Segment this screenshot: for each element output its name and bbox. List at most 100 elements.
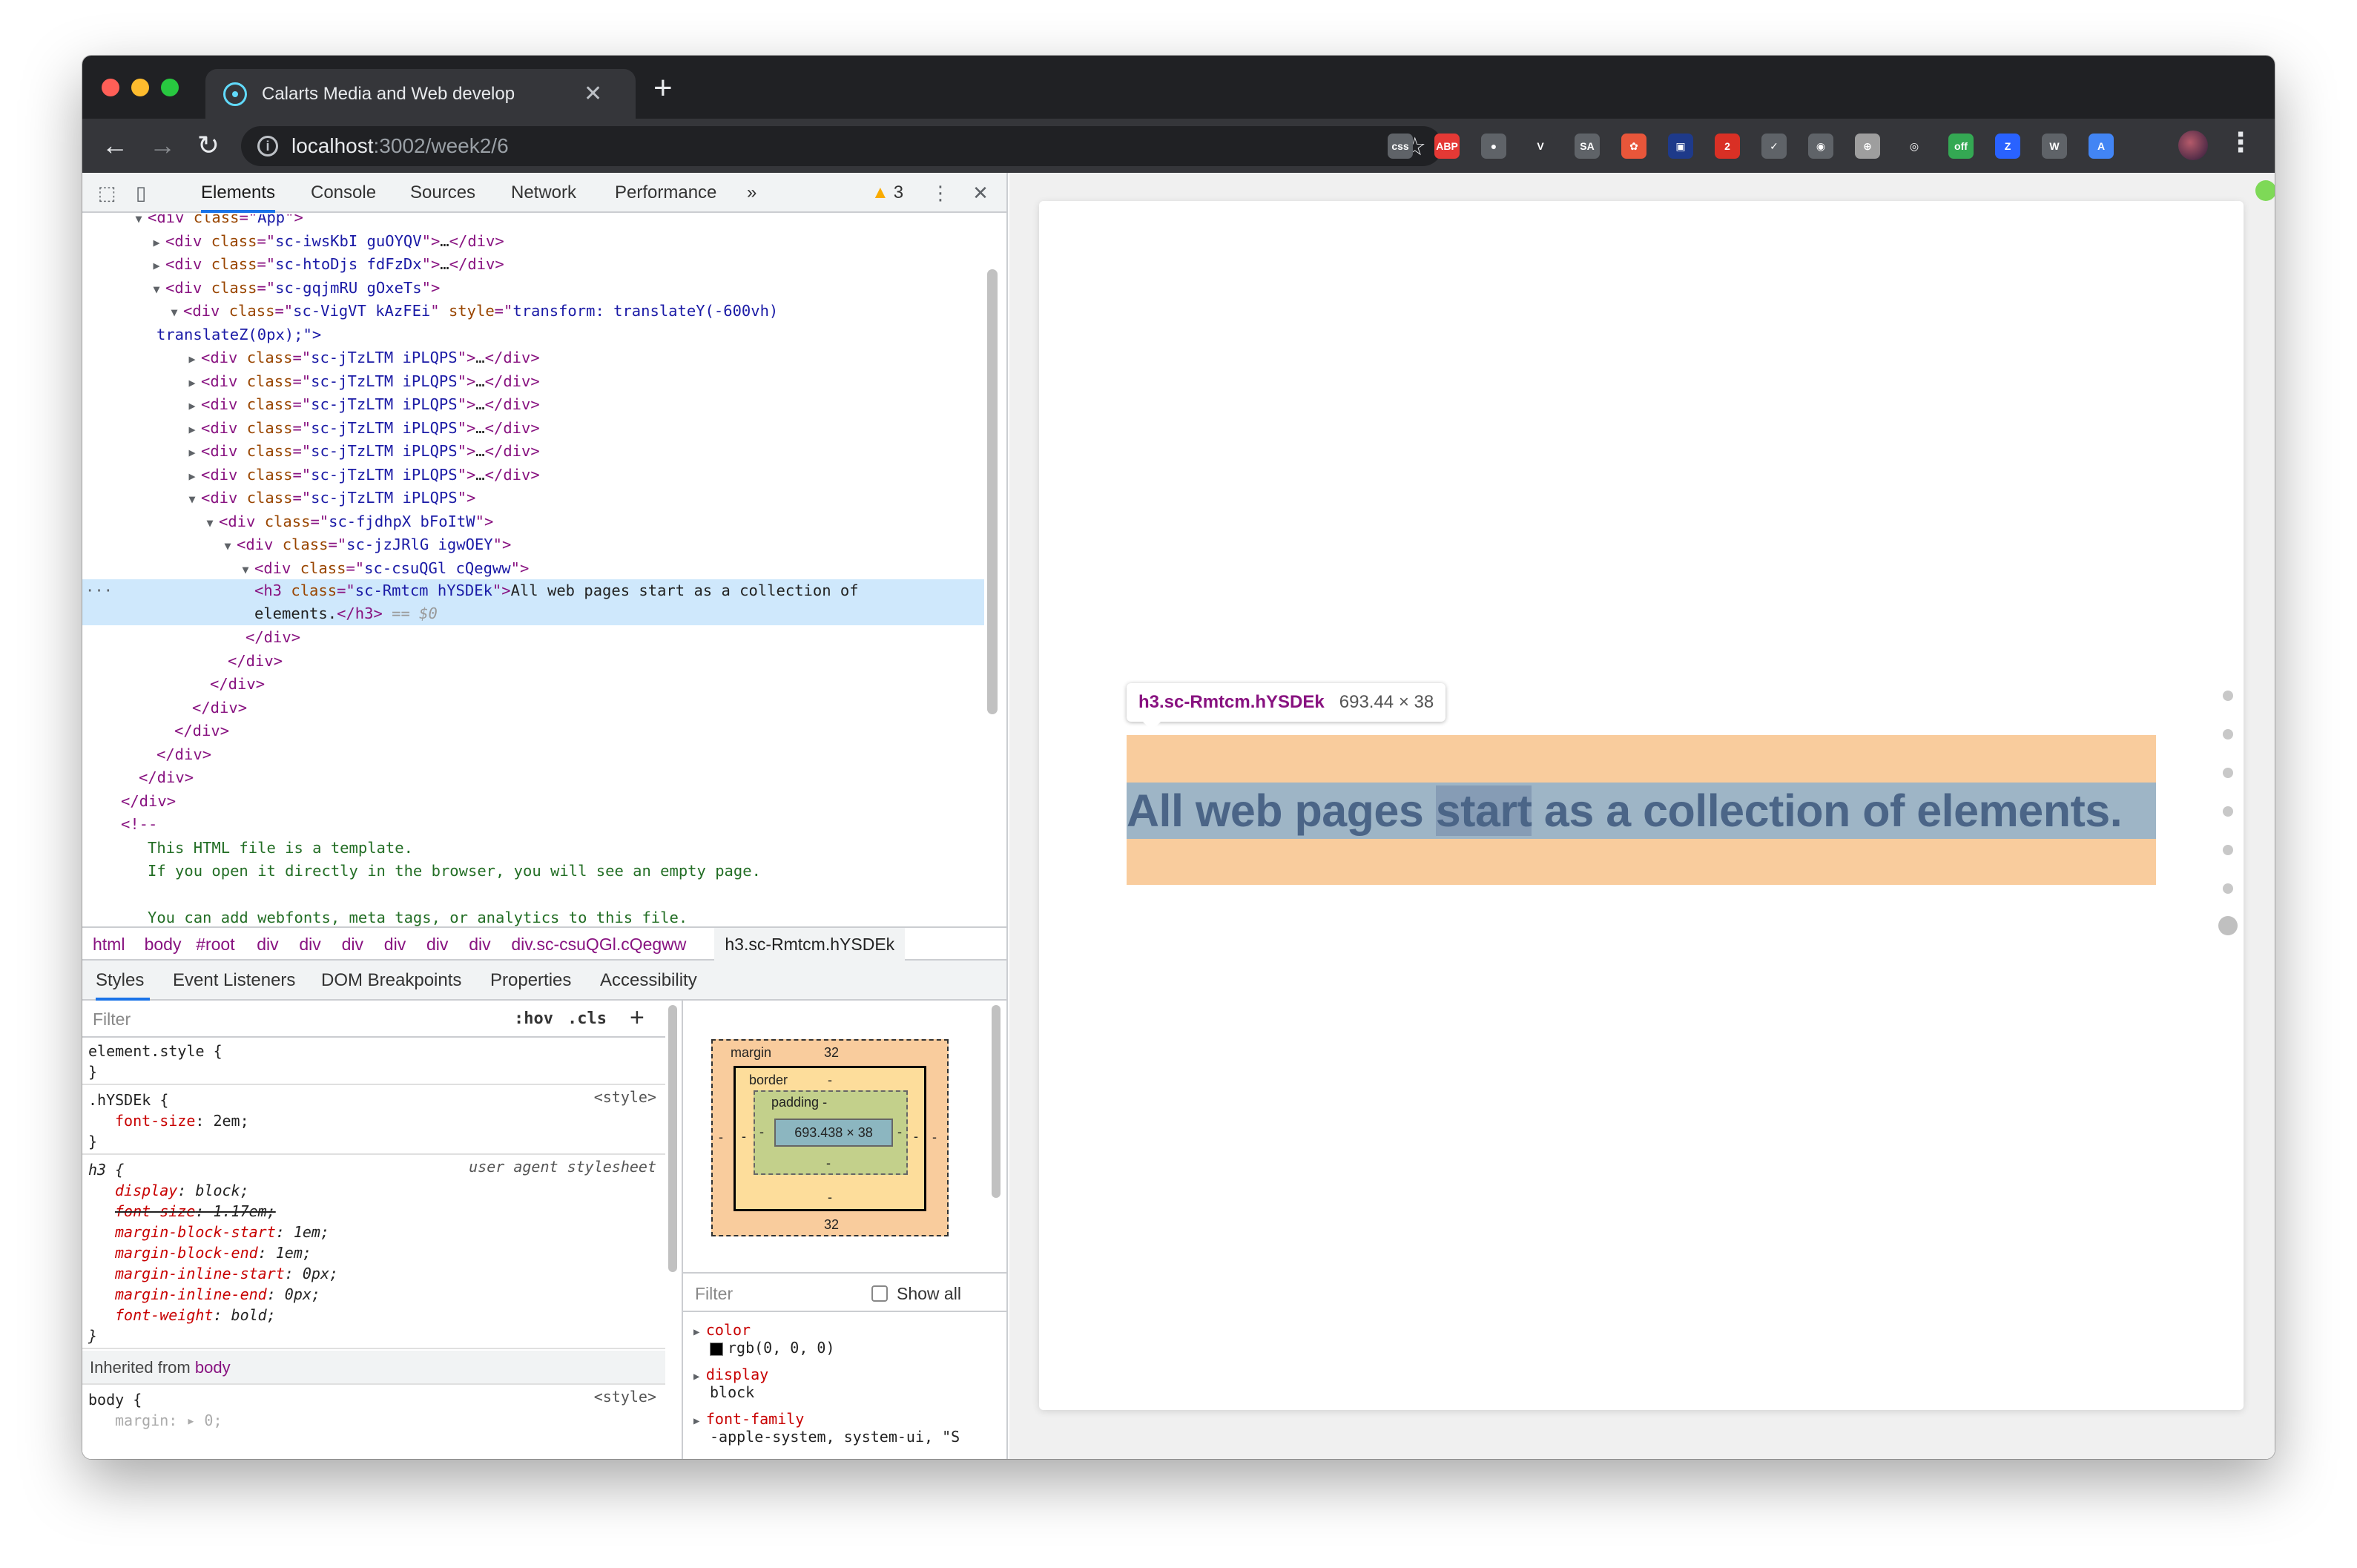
extension-icon[interactable]: css xyxy=(1388,134,1413,159)
extension-icon[interactable]: ✓ xyxy=(1761,134,1787,159)
dom-node[interactable]: </div> xyxy=(82,765,984,789)
slide-dot[interactable] xyxy=(2223,806,2233,817)
expand-toggle-icon[interactable]: ▼ xyxy=(219,534,237,558)
border-top-value[interactable]: - xyxy=(828,1073,832,1088)
slide-dot-active[interactable] xyxy=(2218,916,2238,935)
dom-node[interactable]: translateZ(0px);"> xyxy=(82,323,984,346)
dom-node[interactable]: ▼ <div class="sc-VigVT kAzFEi" style="tra… xyxy=(82,299,984,323)
dom-node[interactable]: ▶ <div class="sc-jTzLTM iPLQPS">…</div> xyxy=(82,463,984,487)
dom-node[interactable]: ▶ <div class="sc-jTzLTM iPLQPS">…</div> xyxy=(82,416,984,440)
ua-h3-rule[interactable]: user agent stylesheet h3 { display: bloc… xyxy=(82,1156,665,1349)
dom-node[interactable]: ▶ <div class="sc-jTzLTM iPLQPS">…</div> xyxy=(82,392,984,416)
profile-avatar[interactable] xyxy=(2178,131,2208,160)
dom-node[interactable]: ▼ <div class="sc-jzJRlG igwOEY"> xyxy=(82,533,984,556)
breadcrumb-item[interactable]: div xyxy=(257,928,278,961)
expand-toggle-icon[interactable]: ▶ xyxy=(148,254,165,277)
elements-tree[interactable]: ▼ <div class="App"> ▶ <div class="sc-iwsKbI… xyxy=(82,214,984,926)
breadcrumb-item[interactable]: div xyxy=(299,928,320,961)
back-button[interactable]: ← xyxy=(97,128,133,163)
styles-scrollbar[interactable] xyxy=(668,1005,677,1272)
body-rule[interactable]: <style> body { margin: ▸ 0; xyxy=(82,1386,665,1459)
dom-node[interactable]: </div> xyxy=(82,696,984,719)
extension-icon[interactable]: off xyxy=(1948,134,1974,159)
dom-node[interactable]: ▼ <div class="sc-csuQGl cQegww"> xyxy=(82,556,984,580)
tab-console[interactable]: Console xyxy=(311,173,376,213)
extension-icon[interactable]: ⊕ xyxy=(1855,134,1880,159)
styles-filter-input[interactable]: Filter xyxy=(93,1009,131,1030)
expand-toggle-icon[interactable]: ▼ xyxy=(201,511,219,535)
extension-icon[interactable]: SA xyxy=(1575,134,1600,159)
new-tab-button[interactable]: + xyxy=(653,72,673,105)
tab-accessibility[interactable]: Accessibility xyxy=(600,961,697,1001)
address-bar[interactable]: i localhost :3002/week2/6 ☆ xyxy=(241,126,1443,166)
tab-close-icon[interactable]: ✕ xyxy=(584,82,602,105)
dom-node[interactable]: ▼ <div class="sc-jTzLTM iPLQPS"> xyxy=(82,486,984,510)
tab-properties[interactable]: Properties xyxy=(490,961,571,1001)
extension-icon[interactable]: ◎ xyxy=(1902,134,1927,159)
extension-icon[interactable]: W xyxy=(2042,134,2067,159)
extension-icon[interactable]: ● xyxy=(1481,134,1506,159)
new-rule-button[interactable]: + xyxy=(630,1004,645,1032)
dom-node[interactable]: If you open it directly in the browser, … xyxy=(82,859,984,883)
style-declaration[interactable]: font-size: 1.17em; xyxy=(82,1201,665,1222)
expand-toggle-icon[interactable]: ▶ xyxy=(148,231,165,254)
dom-node[interactable]: ▼ <div class="sc-gqjmRU gOxeTs"> xyxy=(82,276,984,300)
breadcrumb-item[interactable]: div.sc-csuQGl.cQegww xyxy=(511,928,686,961)
extension-icon[interactable]: ✿ xyxy=(1621,134,1646,159)
dom-node[interactable]: ▶ <div class="sc-jTzLTM iPLQPS">…</div> xyxy=(82,369,984,393)
computed-filter-input[interactable]: Filter xyxy=(695,1284,733,1304)
tab-performance[interactable]: Performance xyxy=(615,173,716,213)
box-model-border[interactable]: border - - - - padding - - - - 693.438 ×… xyxy=(734,1066,926,1211)
style-declaration[interactable]: font-size: 2em; xyxy=(82,1110,665,1131)
dom-node[interactable]: <!-- xyxy=(82,812,984,836)
breadcrumb-item[interactable]: div xyxy=(426,928,448,961)
expand-toggle-icon[interactable]: ▼ xyxy=(237,558,254,582)
slide-dot[interactable] xyxy=(2223,729,2233,739)
extension-icon[interactable]: ▣ xyxy=(1668,134,1693,159)
dom-node[interactable]: </div> xyxy=(82,742,984,766)
computed-property[interactable]: ▶ color rgb(0, 0, 0) xyxy=(693,1321,835,1357)
expand-toggle-icon[interactable]: ▶ xyxy=(183,441,201,464)
slide-dot[interactable] xyxy=(2223,845,2233,855)
margin-bottom-value[interactable]: 32 xyxy=(824,1217,839,1233)
browser-tab[interactable]: Calarts Media and Web develop ✕ xyxy=(205,69,636,119)
breadcrumb-item[interactable]: div xyxy=(384,928,406,961)
padding-bottom-value[interactable]: - xyxy=(826,1156,831,1171)
dom-node[interactable]: ▶ <div class="sc-jTzLTM iPLQPS">…</div> xyxy=(82,439,984,463)
expand-toggle-icon[interactable]: ▶ xyxy=(183,347,201,371)
border-left-value[interactable]: - xyxy=(742,1129,746,1144)
computed-property[interactable]: ▶ font-family -apple-system, system-ui, "… xyxy=(693,1410,960,1446)
rule-source[interactable]: <style> xyxy=(594,1386,656,1407)
inherited-from-link[interactable]: body xyxy=(195,1358,231,1377)
expand-toggle-icon[interactable]: ▶ xyxy=(183,394,201,418)
dom-node[interactable]: </div> xyxy=(82,719,984,742)
style-declaration[interactable]: margin-inline-start: 0px; xyxy=(82,1263,665,1284)
slide-dot[interactable] xyxy=(2223,691,2233,701)
dom-node[interactable]: </div> xyxy=(82,625,984,649)
breadcrumb-item[interactable]: html xyxy=(93,928,125,961)
dom-node[interactable]: ▶ <div class="sc-jTzLTM iPLQPS">…</div> xyxy=(82,346,984,369)
dom-node[interactable]: This HTML file is a template. xyxy=(82,836,984,860)
forward-button[interactable]: → xyxy=(145,128,180,163)
device-toolbar-icon[interactable]: ▯ xyxy=(130,182,152,204)
selected-node[interactable]: ··· <h3 class="sc-Rmtcm hYSDEk">All web p… xyxy=(82,579,984,625)
tab-sources[interactable]: Sources xyxy=(410,173,475,213)
box-model-padding[interactable]: padding - - - - 693.438 × 38 xyxy=(754,1090,908,1175)
hov-toggle[interactable]: :hov xyxy=(514,1009,553,1028)
margin-left-value[interactable]: - xyxy=(719,1130,723,1145)
extension-icon[interactable]: ◉ xyxy=(1808,134,1833,159)
extension-icon[interactable]: ABP xyxy=(1434,134,1460,159)
style-declaration[interactable]: font-weight: bold; xyxy=(82,1305,665,1325)
margin-top-value[interactable]: 32 xyxy=(824,1045,839,1061)
inspect-element-icon[interactable]: ⬚ xyxy=(96,182,118,204)
show-all-label[interactable]: Show all xyxy=(897,1284,961,1304)
extension-icon[interactable]: 2 xyxy=(1715,134,1740,159)
extension-icon[interactable]: Z xyxy=(1995,134,2020,159)
page-heading[interactable]: All web pages start as a collection of e… xyxy=(1127,783,2156,839)
elements-scrollbar[interactable] xyxy=(987,269,998,714)
style-declaration[interactable]: margin-block-start: 1em; xyxy=(82,1222,665,1242)
extension-icon[interactable]: V xyxy=(1528,134,1553,159)
style-declaration[interactable]: display: block; xyxy=(82,1180,665,1201)
breadcrumb-item[interactable]: h3.sc-Rmtcm.hYSDEk xyxy=(714,928,906,961)
breadcrumb-item[interactable]: div xyxy=(342,928,363,961)
